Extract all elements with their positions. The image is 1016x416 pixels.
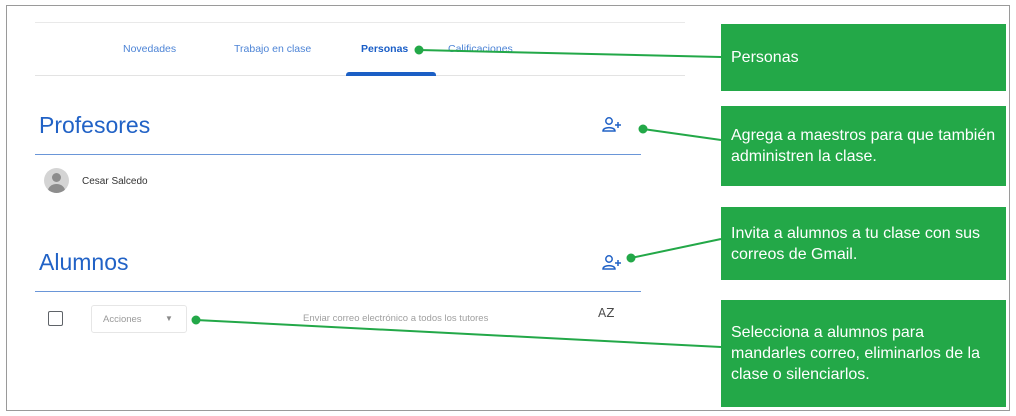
screenshot-frame: Novedades Trabajo en clase Personas Cali… xyxy=(6,5,1010,411)
callout-personas: Personas xyxy=(721,24,1006,91)
callout-invita-alumnos: Invita a alumnos a tu clase con sus corr… xyxy=(721,207,1006,280)
callout-agrega-maestros: Agrega a maestros para que también admin… xyxy=(721,106,1006,186)
callout-selecciona-alumnos: Selecciona a alumnos para mandarles corr… xyxy=(721,300,1006,407)
